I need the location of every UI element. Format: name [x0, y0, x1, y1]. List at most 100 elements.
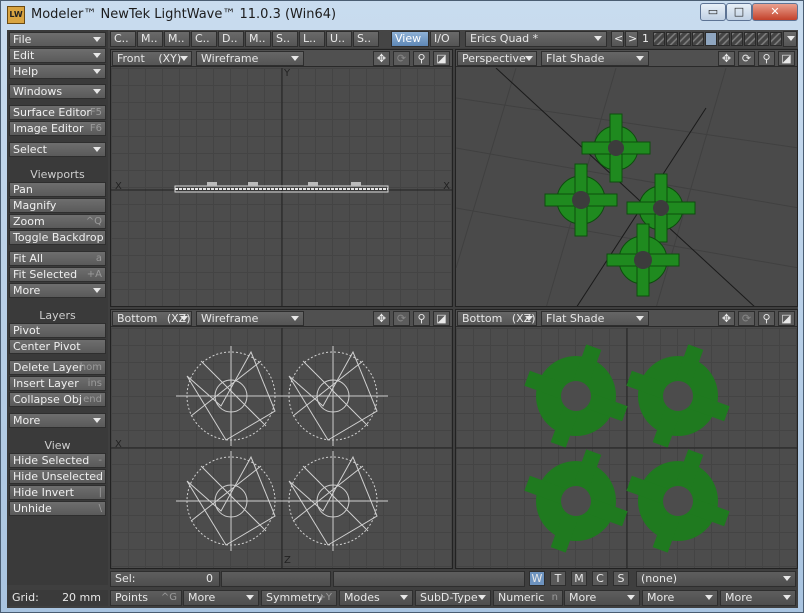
viewport-bottom-wireframe[interactable]: Bottom (XZ) Wireframe ✥ ⟳ ⚲ ◪ Z X	[110, 309, 453, 569]
morph-button[interactable]: M	[571, 571, 587, 586]
hide-invert-button[interactable]: Hide Invert |	[9, 485, 106, 500]
pan-button[interactable]: Pan	[9, 182, 106, 197]
viewports-more-menu[interactable]: More	[9, 283, 106, 298]
tab-map[interactable]: M..	[245, 31, 271, 47]
close-button[interactable]: ✕	[752, 3, 798, 21]
collapse-obj-button[interactable]: Collapse Obj end	[9, 392, 106, 407]
extra-more-menu-1[interactable]: More	[642, 590, 718, 606]
insert-layer-button[interactable]: Insert Layer ins	[9, 376, 106, 391]
tab-select[interactable]: S..	[353, 31, 379, 47]
move-view-icon[interactable]: ✥	[373, 51, 390, 66]
toggle-backdrop-button[interactable]: Toggle Backdrop	[9, 230, 106, 245]
zoom-view-icon[interactable]: ⚲	[758, 51, 775, 66]
hide-selected-button[interactable]: Hide Selected -	[9, 453, 106, 468]
tab-create[interactable]: C..	[110, 31, 136, 47]
view-type-select[interactable]: Bottom (XZ)	[112, 311, 192, 326]
view-type-select[interactable]: Front (XY)	[112, 51, 192, 66]
center-pivot-button[interactable]: Center Pivot	[9, 339, 106, 354]
layer-slot-6[interactable]	[718, 32, 730, 46]
unhide-button[interactable]: Unhide \	[9, 501, 106, 516]
symmetry-toggle[interactable]: Symmetry +Y	[261, 590, 337, 606]
layer-next-button[interactable]: >	[625, 31, 638, 47]
subd-type-menu[interactable]: SubD-Type	[415, 590, 491, 606]
tab-multiply[interactable]: M..	[164, 31, 190, 47]
maximize-button[interactable]: □	[726, 3, 752, 21]
maximize-viewport-icon[interactable]: ◪	[778, 51, 795, 66]
viewport-perspective[interactable]: Perspective Flat Shade ✥ ⟳ ⚲ ◪	[455, 49, 798, 307]
extra-more-menu-2[interactable]: More	[720, 590, 796, 606]
layer-slot-3[interactable]	[679, 32, 691, 46]
windows-menu[interactable]: Windows	[9, 84, 106, 99]
tab-construct[interactable]: C..	[191, 31, 217, 47]
tab-detail[interactable]: D..	[218, 31, 244, 47]
viewport-canvas[interactable]	[456, 68, 797, 306]
render-mode-select[interactable]: Flat Shade	[541, 51, 649, 66]
help-menu[interactable]: Help	[9, 64, 106, 79]
surface-editor-button[interactable]: Surface Editor F5	[9, 105, 106, 120]
rotate-view-icon[interactable]: ⟳	[738, 311, 755, 326]
magnify-button[interactable]: Magnify	[9, 198, 106, 213]
file-menu[interactable]: File	[9, 32, 106, 47]
hide-unselected-button[interactable]: Hide Unselected =	[9, 469, 106, 484]
rotate-view-icon[interactable]: ⟳	[393, 311, 410, 326]
viewport-front[interactable]: Front (XY) Wireframe ✥ ⟳ ⚲ ◪ Y X X	[110, 49, 453, 307]
layer-slot-7[interactable]	[731, 32, 743, 46]
select-set-button[interactable]: S	[613, 571, 629, 586]
fit-all-button[interactable]: Fit All a	[9, 251, 106, 266]
layers-more-menu[interactable]: More	[9, 413, 106, 428]
tab-setup[interactable]: S..	[272, 31, 298, 47]
render-mode-select[interactable]: Wireframe	[196, 311, 304, 326]
viewport-bottom-shaded[interactable]: Bottom (XZ) Flat Shade ✥ ⟳ ⚲ ◪	[455, 309, 798, 569]
view-type-select[interactable]: Perspective	[457, 51, 537, 66]
view-type-select[interactable]: Bottom (XZ)	[457, 311, 537, 326]
tab-view[interactable]: View	[391, 31, 429, 47]
select-menu[interactable]: Select	[9, 142, 106, 157]
move-view-icon[interactable]: ✥	[718, 311, 735, 326]
layer-slot-9[interactable]	[757, 32, 769, 46]
layer-slot-10[interactable]	[770, 32, 782, 46]
vertex-map-select[interactable]: (none)	[636, 571, 796, 587]
layer-slot-2[interactable]	[666, 32, 678, 46]
rotate-view-icon[interactable]: ⟳	[738, 51, 755, 66]
numeric-more-menu[interactable]: More	[564, 590, 640, 606]
layer-menu-button[interactable]	[783, 31, 797, 47]
tab-io[interactable]: I/O	[430, 31, 460, 47]
viewport-canvas[interactable]	[456, 328, 797, 568]
pivot-button[interactable]: Pivot	[9, 323, 106, 338]
points-mode-button[interactable]: Points ^G	[110, 590, 182, 606]
viewport-canvas[interactable]: Z X	[111, 328, 452, 568]
viewport-canvas[interactable]: Y X X	[111, 68, 452, 306]
layer-slot-8[interactable]	[744, 32, 756, 46]
tab-layout[interactable]: L..	[299, 31, 325, 47]
maximize-viewport-icon[interactable]: ◪	[433, 51, 450, 66]
zoom-view-icon[interactable]: ⚲	[758, 311, 775, 326]
delete-layer-button[interactable]: Delete Layer hom	[9, 360, 106, 375]
move-view-icon[interactable]: ✥	[718, 51, 735, 66]
edit-menu[interactable]: Edit	[9, 48, 106, 63]
maximize-viewport-icon[interactable]: ◪	[778, 311, 795, 326]
title-bar[interactable]: LW Modeler™ NewTek LightWave™ 11.0.3 (Wi…	[1, 1, 803, 29]
fit-selected-button[interactable]: Fit Selected +A	[9, 267, 106, 282]
zoom-button[interactable]: Zoom ^Q	[9, 214, 106, 229]
move-view-icon[interactable]: ✥	[373, 311, 390, 326]
viewport-layout-select[interactable]: Erics Quad *	[465, 31, 607, 47]
layer-prev-button[interactable]: <	[611, 31, 624, 47]
zoom-view-icon[interactable]: ⚲	[413, 51, 430, 66]
wmap-button[interactable]: W	[529, 571, 545, 586]
layer-slot-4[interactable]	[692, 32, 704, 46]
layer-slot-1[interactable]	[653, 32, 665, 46]
tab-utilities[interactable]: U..	[326, 31, 352, 47]
render-mode-select[interactable]: Flat Shade	[541, 311, 649, 326]
render-mode-select[interactable]: Wireframe	[196, 51, 304, 66]
image-editor-button[interactable]: Image Editor F6	[9, 121, 106, 136]
minimize-button[interactable]: ▭	[700, 3, 726, 21]
modes-menu[interactable]: Modes	[339, 590, 413, 606]
zoom-view-icon[interactable]: ⚲	[413, 311, 430, 326]
tmap-button[interactable]: T	[550, 571, 566, 586]
rotate-view-icon[interactable]: ⟳	[393, 51, 410, 66]
numeric-button[interactable]: Numeric n	[493, 590, 563, 606]
color-button[interactable]: C	[592, 571, 608, 586]
layer-slot-5[interactable]	[705, 32, 717, 46]
points-more-menu[interactable]: More	[183, 590, 259, 606]
tab-modify[interactable]: M..	[137, 31, 163, 47]
